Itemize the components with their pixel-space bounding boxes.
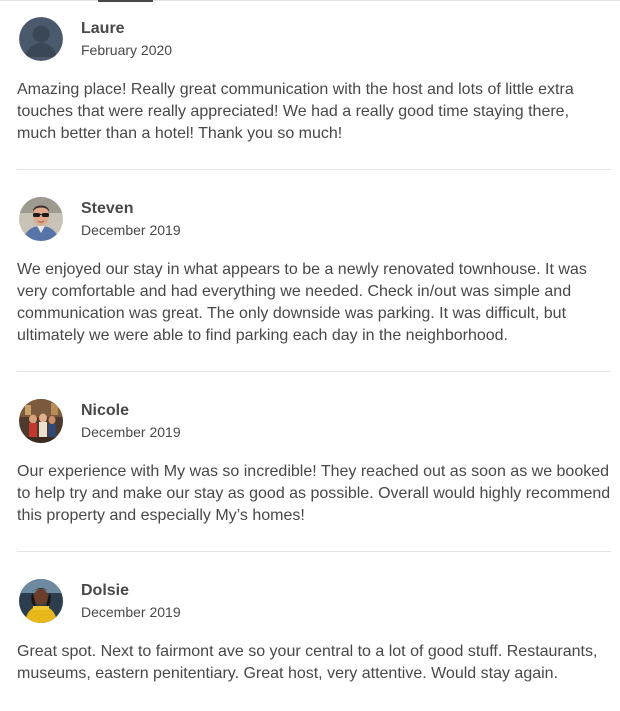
review-meta: Dolsie December 2019: [81, 580, 181, 622]
reviewer-name[interactable]: Steven: [81, 198, 181, 219]
user-photo-icon: [19, 197, 63, 241]
review-date: December 2019: [81, 222, 181, 238]
review-meta: Nicole December 2019: [81, 400, 181, 442]
avatar[interactable]: [19, 579, 63, 623]
review-header: Nicole December 2019: [17, 398, 611, 444]
avatar[interactable]: [19, 399, 63, 443]
review-date: December 2019: [81, 424, 181, 440]
active-tab-indicator: [98, 0, 153, 2]
review-text: We enjoyed our stay in what appears to b…: [17, 261, 587, 344]
default-user-avatar-icon: [19, 17, 63, 61]
top-divider: [0, 0, 620, 1]
review-header: Steven December 2019: [17, 196, 611, 242]
review-date: December 2019: [81, 604, 181, 620]
review-header: Dolsie December 2019: [17, 578, 611, 624]
review-text: Amazing place! Really great communicatio…: [17, 81, 574, 142]
review-divider: [17, 169, 611, 170]
review-item: Nicole December 2019 Our experience with…: [17, 398, 611, 552]
user-photo-icon: [19, 579, 63, 623]
review-meta: Laure February 2020: [81, 18, 172, 60]
review-date: February 2020: [81, 42, 173, 58]
review-text: Our experience with My was so incredible…: [17, 463, 611, 524]
review-divider: [17, 551, 611, 552]
reviews-list: Laure February 2020 Amazing place! Reall…: [17, 16, 611, 685]
reviewer-name[interactable]: Laure: [81, 18, 172, 39]
avatar[interactable]: [19, 17, 63, 61]
reviewer-name[interactable]: Nicole: [81, 400, 181, 421]
user-photo-icon: [19, 399, 63, 443]
avatar[interactable]: [19, 197, 63, 241]
review-item: Steven December 2019 We enjoyed our stay…: [17, 196, 611, 372]
reviewer-name[interactable]: Dolsie: [81, 580, 181, 601]
review-item: Dolsie December 2019 Great spot. Next to…: [17, 578, 611, 685]
review-item: Laure February 2020 Amazing place! Reall…: [17, 16, 611, 170]
review-meta: Steven December 2019: [81, 198, 181, 240]
review-header: Laure February 2020: [17, 16, 611, 62]
review-divider: [17, 371, 611, 372]
review-text: Great spot. Next to fairmont ave so your…: [17, 643, 598, 682]
